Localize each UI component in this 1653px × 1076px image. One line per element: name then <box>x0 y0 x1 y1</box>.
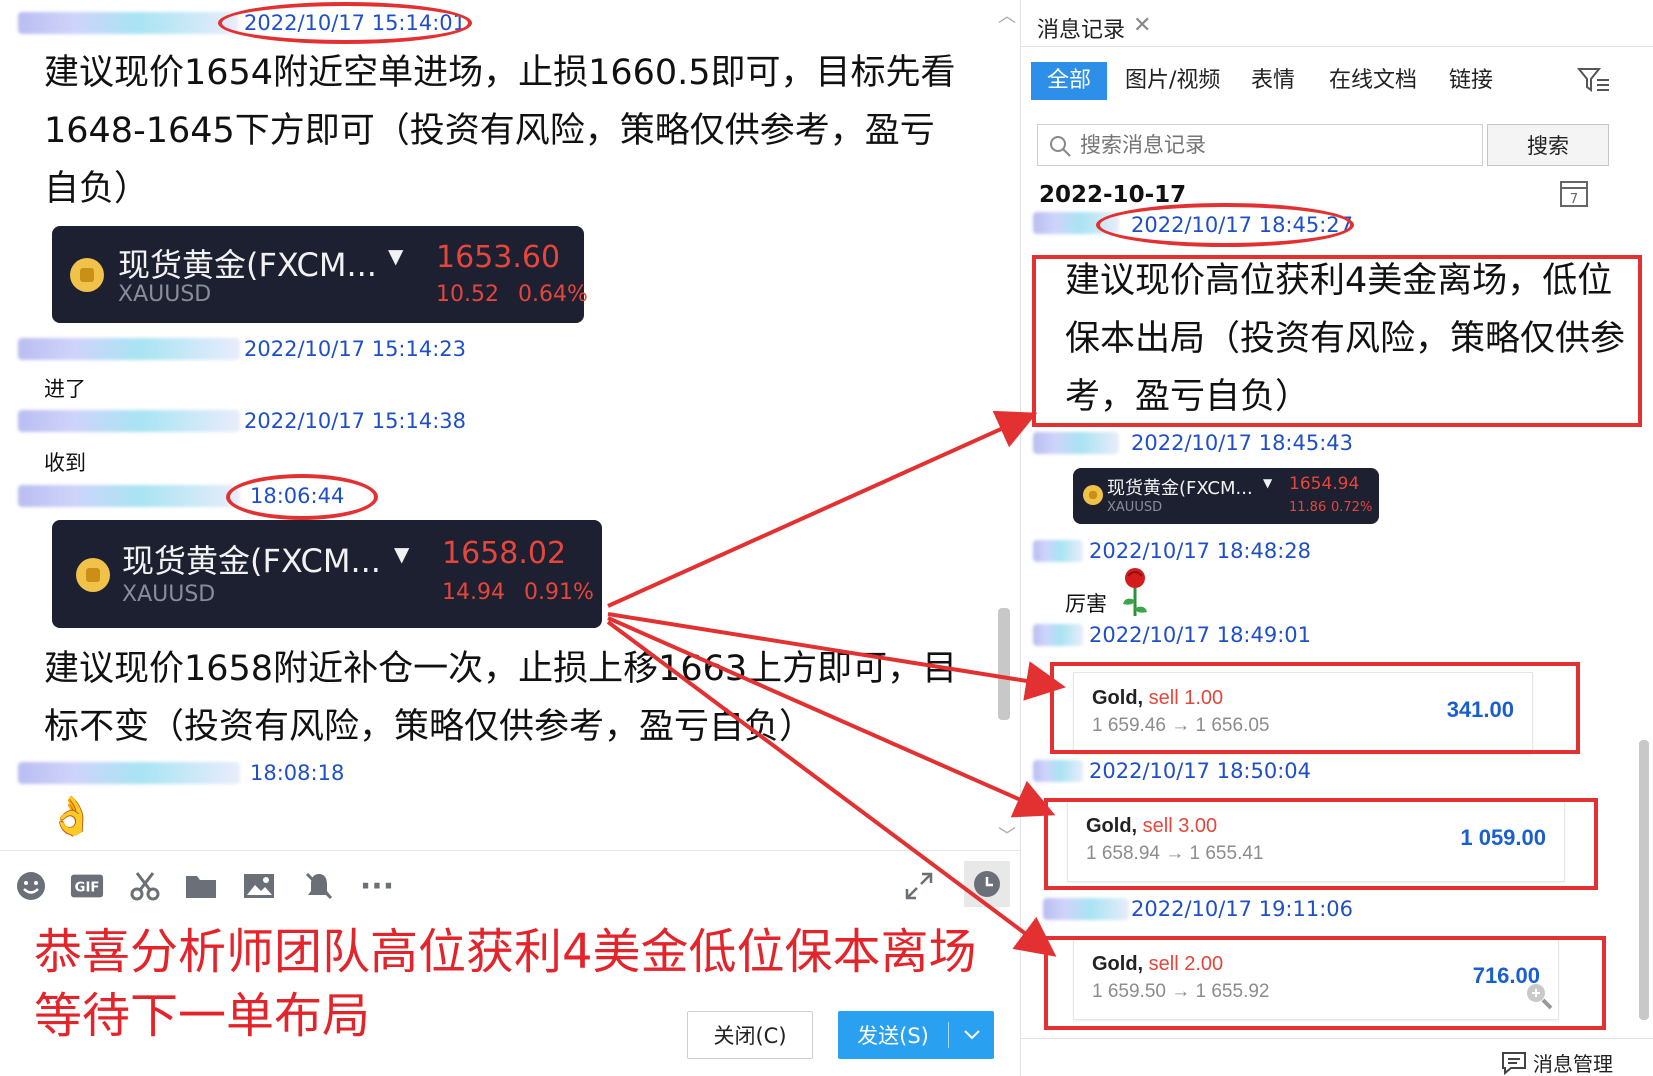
ticker-change-pct: 0.72% <box>1331 500 1373 515</box>
message-timestamp: 2022/10/17 19:11:06 <box>1131 897 1354 921</box>
svg-text:GIF: GIF <box>75 881 100 896</box>
dropdown-caret-icon: ▼ <box>388 244 404 268</box>
svg-text:7: 7 <box>1570 192 1578 207</box>
message-timestamp: 2022/10/17 15:14:38 <box>244 409 467 433</box>
sender-name-blurred <box>1033 760 1083 782</box>
ticker-change: 14.94 <box>442 580 505 605</box>
scroll-up-icon[interactable]: ︿ <box>998 2 1016 28</box>
ticker-name: 现货黄金(FXCM... <box>1107 478 1253 499</box>
ticker-name: 现货黄金(FXCM... <box>122 542 381 580</box>
gold-ticker-card[interactable]: 现货黄金(FXCM... ▼ XAUUSD 1653.60 10.52 0.64… <box>52 226 588 323</box>
more-icon[interactable]: ··· <box>360 869 394 904</box>
history-scrollbar[interactable] <box>1639 740 1649 1020</box>
annotation-box <box>1032 255 1642 427</box>
dropdown-caret-icon: ▼ <box>394 542 410 566</box>
message-manager-label: 消息管理 <box>1533 1052 1613 1076</box>
ticker-symbol: XAUUSD <box>122 582 216 607</box>
annotation-box <box>1050 662 1580 754</box>
ticker-change-pct: 0.64% <box>518 282 588 307</box>
gold-coin-icon <box>70 258 104 292</box>
divider <box>1021 46 1653 47</box>
ticker-change: 10.52 <box>436 282 499 307</box>
ticker-change: 11.86 <box>1289 500 1327 515</box>
annotation-text-line2: 等待下一单布局 <box>34 988 371 1044</box>
gold-coin-icon <box>1083 485 1103 505</box>
annotation-circle <box>1096 203 1354 247</box>
annotation-box <box>1044 798 1598 890</box>
close-icon[interactable]: ✕ <box>1133 13 1151 38</box>
annotation-text-line1: 恭喜分析师团队高位获利4美金低位保本离场 <box>34 924 977 980</box>
annotation-box <box>1044 936 1606 1030</box>
sender-name-blurred <box>1033 540 1083 562</box>
calendar-icon[interactable]: 7 <box>1559 178 1589 212</box>
close-button[interactable]: 关闭(C) <box>687 1011 813 1059</box>
history-clock-icon[interactable] <box>964 861 1010 907</box>
scroll-down-icon[interactable]: ﹀ <box>998 822 1016 848</box>
search-button[interactable]: 搜索 <box>1487 124 1609 166</box>
rose-icon[interactable] <box>1117 566 1153 622</box>
gold-ticker-card[interactable]: 现货黄金(FXCM... ▼ XAUUSD 1654.94 11.86 0.72… <box>1073 468 1379 524</box>
ticker-change-pct: 0.91% <box>524 580 594 605</box>
message-timestamp: 2022/10/17 18:50:04 <box>1089 759 1312 783</box>
tab-docs[interactable]: 在线文档 <box>1329 62 1417 100</box>
tab-media[interactable]: 图片/视频 <box>1125 62 1220 100</box>
sender-name-blurred <box>18 762 240 784</box>
date-header: 2022-10-17 <box>1039 182 1187 208</box>
search-input[interactable] <box>1038 125 1482 165</box>
annotation-circle <box>218 2 472 44</box>
ticker-symbol: XAUUSD <box>1107 500 1163 515</box>
sender-name-blurred <box>18 410 240 432</box>
ok-hand-emoji-icon[interactable]: 👌 <box>48 794 95 839</box>
search-container <box>1037 124 1483 166</box>
message-manager-link[interactable]: 消息管理 <box>1501 1048 1613 1076</box>
ticker-name: 现货黄金(FXCM... <box>118 246 377 284</box>
message-timestamp: 2022/10/17 18:45:43 <box>1131 431 1354 455</box>
message-timestamp: 18:08:18 <box>250 761 345 785</box>
scissors-icon[interactable] <box>128 869 162 903</box>
dropdown-caret-icon: ▼ <box>1263 476 1273 490</box>
chat-pane: 2022/10/17 15:14:01 建议现价1654附近空单进场，止损166… <box>0 0 1020 1076</box>
history-tab-title[interactable]: 消息记录 <box>1037 12 1125 44</box>
divider <box>1021 1038 1653 1039</box>
sender-name-blurred <box>18 338 240 360</box>
tab-stickers[interactable]: 表情 <box>1251 62 1295 100</box>
message-text[interactable]: 建议现价1658附近补仓一次，止损上移1663上方即可，目标不变（投资有风险，策… <box>44 640 984 756</box>
filter-icon[interactable] <box>1576 66 1611 100</box>
message-text[interactable]: 厉害 <box>1065 588 1107 618</box>
mute-bell-icon[interactable] <box>302 869 336 903</box>
search-icon <box>1050 136 1071 157</box>
sender-name-blurred <box>18 12 238 34</box>
gold-coin-icon <box>76 558 110 592</box>
send-button-label: 发送(S) <box>857 1024 929 1048</box>
chevron-down-icon[interactable] <box>949 1030 994 1040</box>
message-history-pane: 消息记录 ✕ 全部 图片/视频 表情 在线文档 链接 搜索 2022-10-17… <box>1020 0 1653 1076</box>
tab-all[interactable]: 全部 <box>1031 62 1108 100</box>
message-timestamp: 2022/10/17 18:49:01 <box>1089 623 1312 647</box>
ticker-symbol: XAUUSD <box>118 282 212 307</box>
gold-ticker-card[interactable]: 现货黄金(FXCM... ▼ XAUUSD 1658.02 14.94 0.91… <box>52 520 602 628</box>
ticker-price: 1654.94 <box>1289 474 1360 494</box>
message-timestamp: 2022/10/17 18:48:28 <box>1089 539 1312 563</box>
message-text[interactable]: 进了 <box>44 373 86 403</box>
expand-icon[interactable] <box>902 869 936 903</box>
image-icon[interactable] <box>242 869 276 903</box>
folder-icon[interactable] <box>184 869 218 903</box>
ticker-price: 1658.02 <box>442 536 567 571</box>
sender-name-blurred <box>1043 898 1129 920</box>
composer-toolbar: GIF ··· <box>0 850 1020 920</box>
chat-scrollbar[interactable] <box>998 608 1010 720</box>
sender-name-blurred <box>18 485 240 507</box>
tab-links[interactable]: 链接 <box>1449 62 1493 100</box>
ticker-price: 1653.60 <box>436 240 561 275</box>
sender-name-blurred <box>1033 432 1119 454</box>
send-button[interactable]: 发送(S) <box>838 1011 994 1059</box>
gif-icon[interactable]: GIF <box>70 869 104 903</box>
message-timestamp: 2022/10/17 15:14:23 <box>244 337 467 361</box>
emoji-icon[interactable] <box>14 869 48 903</box>
chat-bubble-icon <box>1502 1051 1526 1075</box>
message-text[interactable]: 收到 <box>44 447 86 477</box>
message-text[interactable]: 建议现价1654附近空单进场，止损1660.5即可，目标先看1648-1645下… <box>44 44 964 218</box>
sender-name-blurred <box>1033 624 1083 646</box>
annotation-circle <box>226 474 378 520</box>
